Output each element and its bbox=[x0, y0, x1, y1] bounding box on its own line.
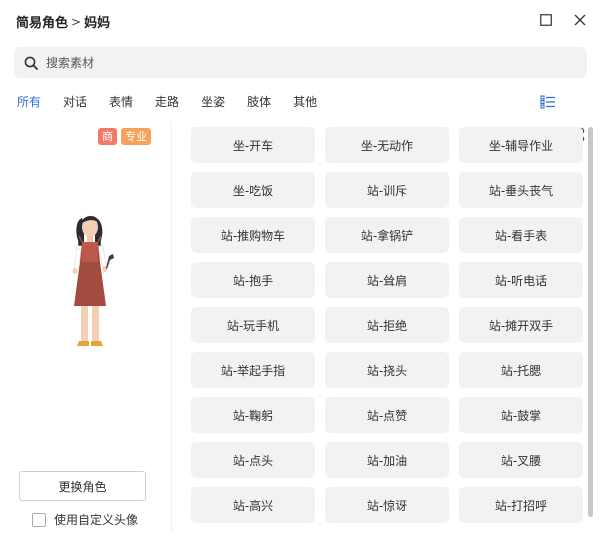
action-tile[interactable]: 站-拒绝 bbox=[325, 307, 449, 343]
maximize-icon bbox=[540, 14, 552, 26]
action-tile[interactable]: 站-垂头丧气 bbox=[459, 172, 583, 208]
action-tile[interactable]: 站-耸肩 bbox=[325, 262, 449, 298]
custom-avatar-checkbox[interactable] bbox=[32, 512, 46, 527]
action-tile[interactable]: 站-挠头 bbox=[325, 352, 449, 388]
action-tile[interactable]: 站-训斥 bbox=[325, 172, 449, 208]
breadcrumb-parent[interactable]: 简易角色 bbox=[16, 12, 68, 31]
custom-avatar-label: 使用自定义头像 bbox=[54, 513, 139, 527]
action-tile[interactable]: 站-鼓掌 bbox=[459, 397, 583, 433]
action-tile[interactable]: 站-打招呼 bbox=[459, 487, 583, 523]
tab-body[interactable]: 肢体 bbox=[247, 93, 271, 111]
tab-expression[interactable]: 表情 bbox=[109, 93, 133, 111]
action-tile[interactable]: 坐-吃饭 bbox=[191, 172, 315, 208]
action-tile[interactable]: 站-看手表 bbox=[459, 217, 583, 253]
action-tile[interactable]: 站-举起手指 bbox=[191, 352, 315, 388]
action-tile[interactable]: 站-叉腰 bbox=[459, 442, 583, 478]
title-bar: 简易角色 > 妈妈 bbox=[0, 0, 600, 40]
search-input[interactable] bbox=[46, 55, 546, 70]
list-view-toggle[interactable] bbox=[540, 94, 556, 110]
list-view-icon bbox=[540, 95, 555, 109]
action-tile[interactable]: 站-抱手 bbox=[191, 262, 315, 298]
action-grid: 坐-开车 坐-无动作 坐-辅导作业 坐-吃饭 站-训斥 站-垂头丧气 站-推购物… bbox=[191, 127, 586, 527]
mother-character-illustration bbox=[72, 215, 114, 346]
action-tile[interactable]: 站-惊讶 bbox=[325, 487, 449, 523]
action-tile[interactable]: 站-点赞 bbox=[325, 397, 449, 433]
breadcrumb: 简易角色 > 妈妈 bbox=[16, 12, 111, 32]
tab-other[interactable]: 其他 bbox=[293, 93, 317, 111]
close-button[interactable] bbox=[570, 10, 590, 30]
search-bar[interactable] bbox=[14, 47, 587, 78]
tab-all[interactable]: 所有 bbox=[17, 93, 41, 111]
scrollbar-thumb[interactable] bbox=[588, 127, 593, 517]
tab-dialogue[interactable]: 对话 bbox=[63, 93, 87, 111]
badges: 商 专业 bbox=[98, 128, 151, 145]
action-tile[interactable]: 站-托腮 bbox=[459, 352, 583, 388]
tab-sitting[interactable]: 坐姿 bbox=[201, 93, 225, 111]
character-panel: 商 专业 更换角色 使用自定义头像 bbox=[12, 122, 172, 532]
action-tile[interactable]: 站-摊开双手 bbox=[459, 307, 583, 343]
action-grid-scrollbar[interactable] bbox=[588, 127, 593, 527]
action-tile[interactable]: 站-点头 bbox=[191, 442, 315, 478]
tab-walking[interactable]: 走路 bbox=[155, 93, 179, 111]
action-tile[interactable]: 坐-开车 bbox=[191, 127, 315, 163]
maximize-button[interactable] bbox=[536, 10, 556, 30]
action-tile[interactable]: 站-推购物车 bbox=[191, 217, 315, 253]
action-tile[interactable]: 站-拿锅铲 bbox=[325, 217, 449, 253]
action-tile[interactable]: 站-玩手机 bbox=[191, 307, 315, 343]
action-tile[interactable]: 站-加油 bbox=[325, 442, 449, 478]
pro-badge: 专业 bbox=[121, 128, 151, 145]
breadcrumb-separator: > bbox=[71, 14, 82, 29]
category-tabs: 所有 对话 表情 走路 坐姿 肢体 其他 bbox=[17, 93, 339, 111]
action-tile[interactable]: 站-听电话 bbox=[459, 262, 583, 298]
action-tile[interactable]: 坐-无动作 bbox=[325, 127, 449, 163]
action-tile[interactable]: 坐-辅导作业 bbox=[459, 127, 583, 163]
change-character-button[interactable]: 更换角色 bbox=[19, 471, 146, 501]
close-icon bbox=[574, 14, 586, 26]
custom-avatar-option[interactable]: 使用自定义头像 bbox=[32, 511, 138, 528]
breadcrumb-current: 妈妈 bbox=[84, 16, 111, 31]
search-icon bbox=[24, 56, 38, 70]
commercial-badge: 商 bbox=[98, 128, 117, 145]
action-tile[interactable]: 站-鞠躬 bbox=[191, 397, 315, 433]
action-tile[interactable]: 站-高兴 bbox=[191, 487, 315, 523]
